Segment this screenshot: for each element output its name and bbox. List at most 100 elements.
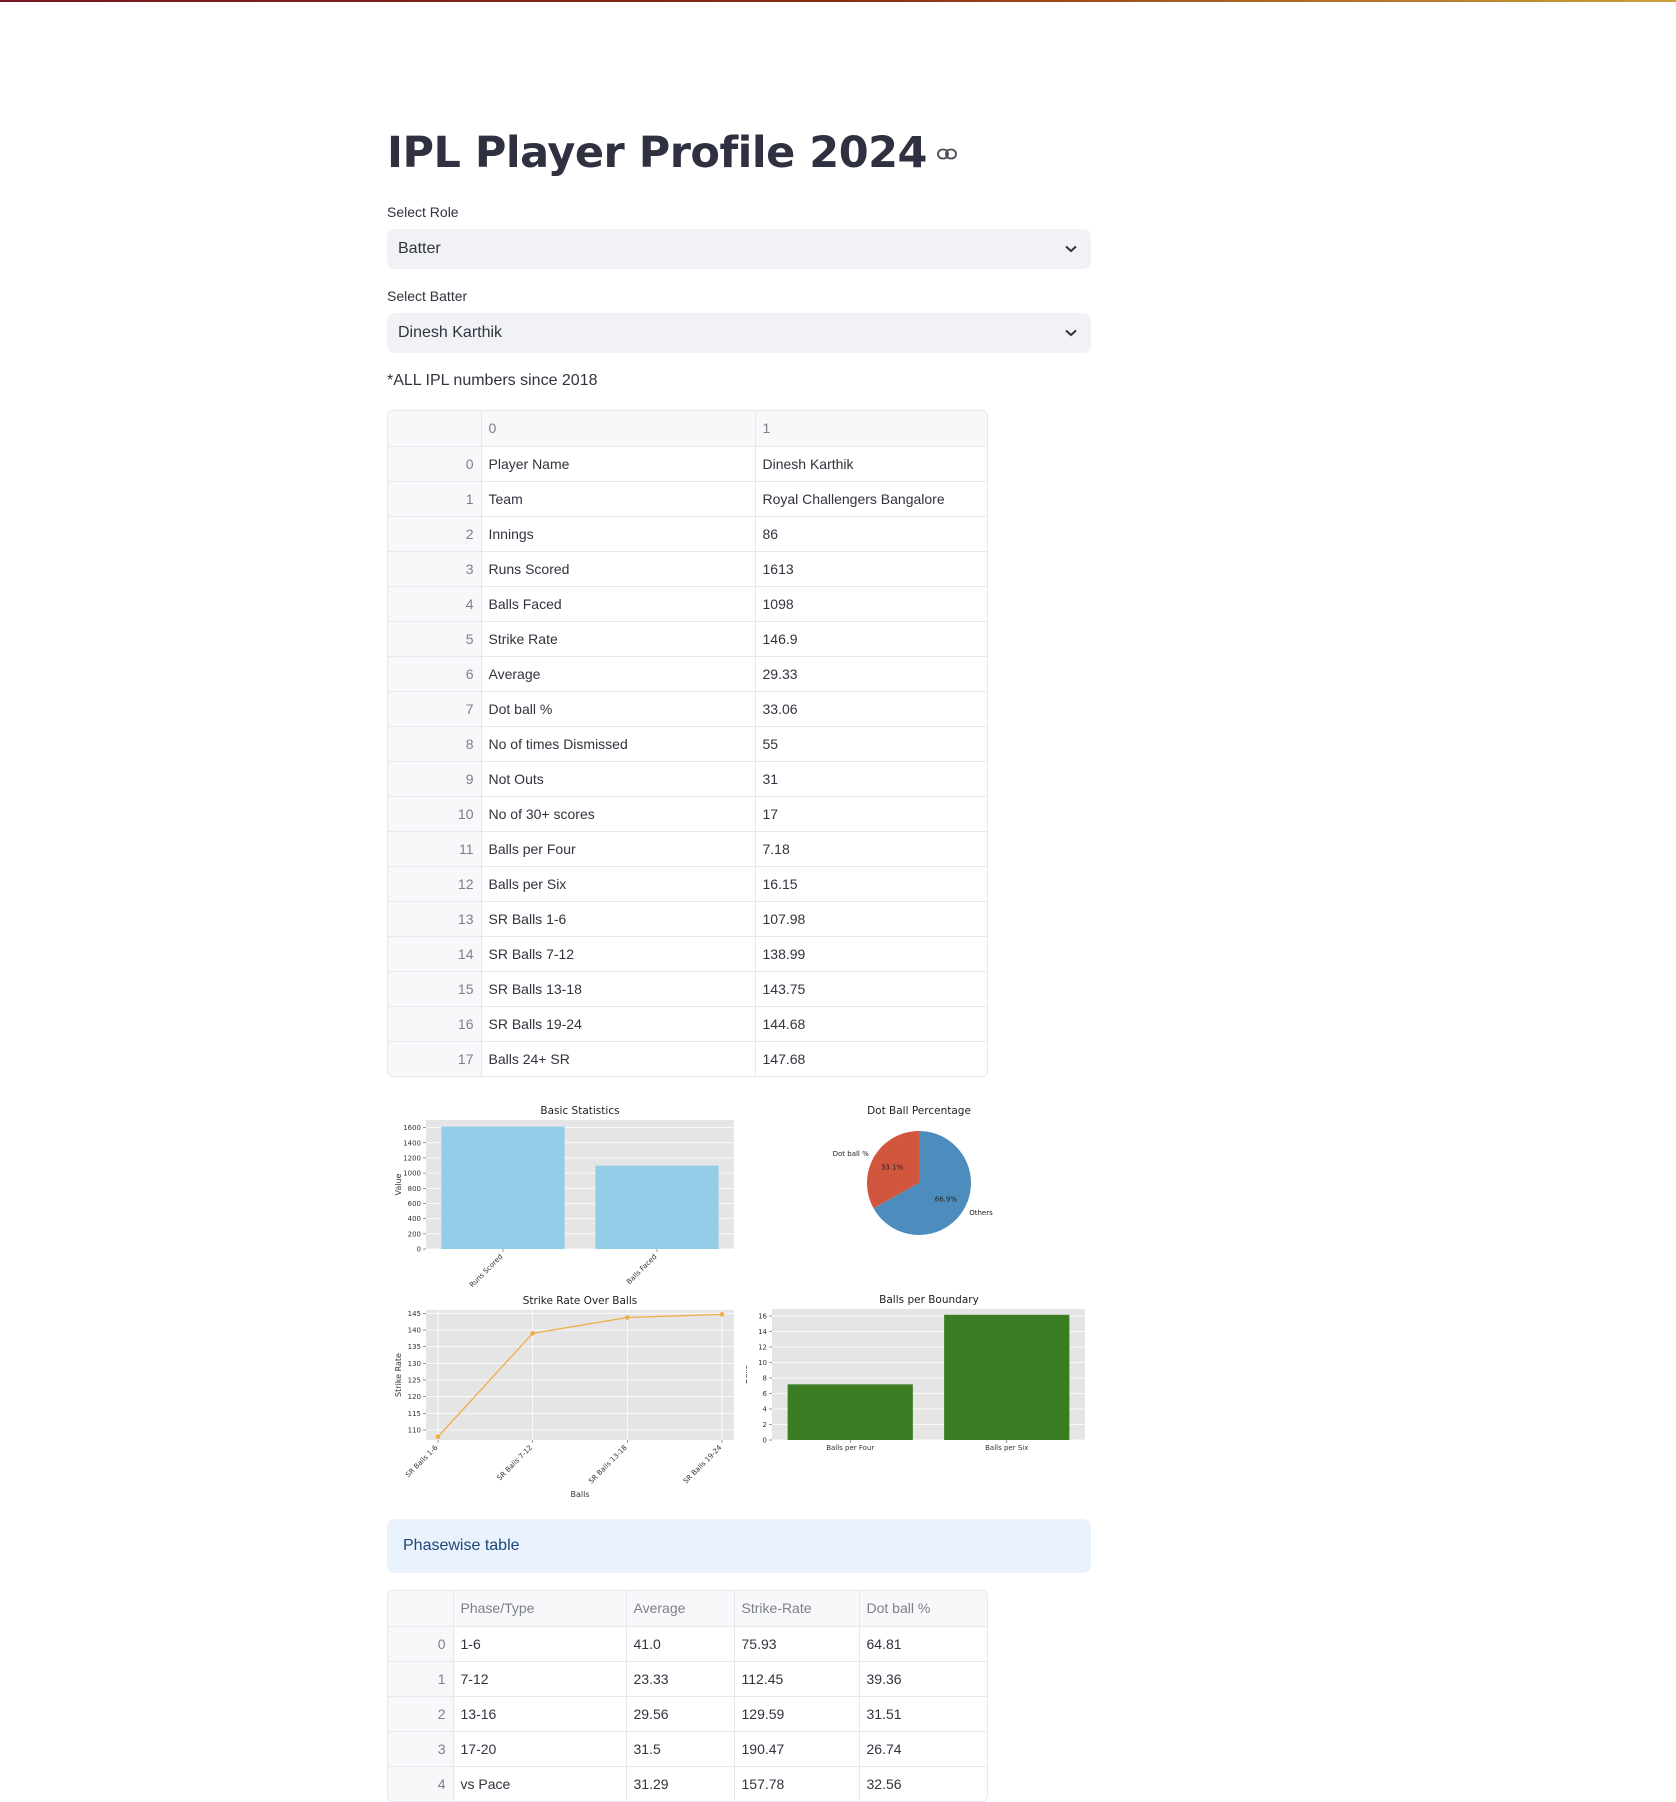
role-select-label: Select Role [387, 204, 459, 220]
batter-select[interactable]: Dinesh Karthik [387, 313, 1091, 353]
table-cell[interactable]: 41.0 [625, 1625, 735, 1662]
column-header[interactable]: Dot ball % [858, 1591, 987, 1627]
table-header-row: 0 1 [388, 411, 987, 447]
table-cell[interactable]: 144.68 [754, 1005, 987, 1042]
row-index: 2 [388, 515, 482, 552]
table-cell[interactable]: Balls Faced [480, 585, 756, 622]
phase-table[interactable]: Phase/Type Average Strike-Rate Dot ball … [387, 1590, 988, 1802]
table-row[interactable]: 15 SR Balls 13-18 143.75 [388, 970, 987, 1007]
table-cell[interactable]: 147.68 [754, 1040, 987, 1076]
table-cell[interactable]: 29.56 [625, 1695, 735, 1732]
table-cell[interactable]: SR Balls 7-12 [480, 935, 756, 972]
table-cell[interactable]: Runs Scored [480, 550, 756, 587]
table-cell[interactable]: 1-6 [452, 1625, 627, 1662]
table-cell[interactable]: Strike Rate [480, 620, 756, 657]
chevron-down-icon [1065, 240, 1077, 258]
role-select[interactable]: Batter [387, 229, 1091, 269]
column-header[interactable]: Phase/Type [452, 1591, 627, 1627]
bar [944, 1314, 1070, 1440]
table-cell[interactable]: 129.59 [733, 1695, 860, 1732]
table-cell[interactable]: Average [480, 655, 756, 692]
table-cell[interactable]: Not Outs [480, 760, 756, 797]
table-cell[interactable]: SR Balls 13-18 [480, 970, 756, 1007]
table-cell[interactable]: 146.9 [754, 620, 987, 657]
table-cell[interactable]: Royal Challengers Bangalore [754, 480, 987, 517]
table-cell[interactable]: 31 [754, 760, 987, 797]
table-cell[interactable]: 86 [754, 515, 987, 552]
table-row[interactable]: 9 Not Outs 31 [388, 760, 987, 797]
table-cell[interactable]: 75.93 [733, 1625, 860, 1662]
row-index: 10 [388, 795, 482, 832]
table-cell[interactable]: 138.99 [754, 935, 987, 972]
table-row[interactable]: 8 No of times Dismissed 55 [388, 725, 987, 762]
table-cell[interactable]: 55 [754, 725, 987, 762]
table-cell[interactable]: Balls per Six [480, 865, 756, 902]
profile-table[interactable]: 0 1 0 Player Name Dinesh Karthik 1 Team Royal… [387, 410, 988, 1077]
table-cell[interactable]: 23.33 [625, 1660, 735, 1697]
table-row[interactable]: 6 Average 29.33 [388, 655, 987, 692]
column-header[interactable]: 1 [754, 411, 987, 447]
table-cell[interactable]: 31.5 [625, 1730, 735, 1767]
table-row[interactable]: 14 SR Balls 7-12 138.99 [388, 935, 987, 972]
column-header[interactable]: Average [625, 1591, 735, 1627]
row-index: 17 [388, 1040, 482, 1076]
table-cell[interactable]: SR Balls 19-24 [480, 1005, 756, 1042]
table-cell[interactable]: Team [480, 480, 756, 517]
column-header[interactable]: Strike-Rate [733, 1591, 860, 1627]
table-row[interactable]: 1 Team Royal Challengers Bangalore [388, 480, 987, 517]
table-row[interactable]: 2 13-16 29.56 129.59 31.51 [388, 1695, 987, 1732]
table-cell[interactable]: 13-16 [452, 1695, 627, 1732]
table-cell[interactable]: 31.51 [858, 1695, 987, 1732]
table-row[interactable]: 0 1-6 41.0 75.93 64.81 [388, 1625, 987, 1662]
table-cell[interactable]: Innings [480, 515, 756, 552]
table-cell[interactable]: 17-20 [452, 1730, 627, 1767]
table-row[interactable]: 7 Dot ball % 33.06 [388, 690, 987, 727]
table-row[interactable]: 16 SR Balls 19-24 144.68 [388, 1005, 987, 1042]
table-row[interactable]: 3 Runs Scored 1613 [388, 550, 987, 587]
column-header[interactable]: 0 [480, 411, 756, 447]
table-cell[interactable]: No of times Dismissed [480, 725, 756, 762]
table-cell[interactable]: 1613 [754, 550, 987, 587]
table-cell[interactable]: Dot ball % [480, 690, 756, 727]
table-cell[interactable]: Balls per Four [480, 830, 756, 867]
table-row[interactable]: 0 Player Name Dinesh Karthik [388, 445, 987, 482]
table-cell[interactable]: Player Name [480, 445, 756, 482]
table-cell[interactable]: 39.36 [858, 1660, 987, 1697]
table-cell[interactable]: 112.45 [733, 1660, 860, 1697]
table-cell[interactable]: 64.81 [858, 1625, 987, 1662]
table-cell[interactable]: 16.15 [754, 865, 987, 902]
column-header [388, 1591, 454, 1627]
table-cell[interactable]: SR Balls 1-6 [480, 900, 756, 937]
table-cell[interactable]: Dinesh Karthik [754, 445, 987, 482]
table-row[interactable]: 17 Balls 24+ SR 147.68 [388, 1040, 987, 1076]
table-cell[interactable]: 33.06 [754, 690, 987, 727]
table-row[interactable]: 12 Balls per Six 16.15 [388, 865, 987, 902]
table-cell[interactable]: 190.47 [733, 1730, 860, 1767]
table-cell[interactable]: 7.18 [754, 830, 987, 867]
table-row[interactable]: 4 Balls Faced 1098 [388, 585, 987, 622]
x-tick-label: SR Balls 1-6 [404, 1443, 440, 1479]
balls-per-boundary-chart: Balls per Boundary 0 2 4 6 8 10 12 14 16 Balls per… [746, 1294, 1085, 1452]
x-tick-label: SR Balls 7-12 [496, 1444, 534, 1482]
table-cell[interactable]: 17 [754, 795, 987, 832]
table-cell[interactable]: 7-12 [452, 1660, 627, 1697]
table-cell[interactable]: 29.33 [754, 655, 987, 692]
table-row[interactable]: 3 17-20 31.5 190.47 26.74 [388, 1730, 987, 1767]
table-row[interactable]: 13 SR Balls 1-6 107.98 [388, 900, 987, 937]
table-cell[interactable]: 26.74 [858, 1730, 987, 1767]
y-tick-label: 120 [408, 1393, 421, 1401]
table-cell[interactable]: 1098 [754, 585, 987, 622]
x-tick-label: Balls per Four [826, 1444, 874, 1452]
table-row[interactable]: 11 Balls per Four 7.18 [388, 830, 987, 867]
table-cell[interactable]: 143.75 [754, 970, 987, 1007]
table-row[interactable]: 10 No of 30+ scores 17 [388, 795, 987, 832]
table-cell[interactable]: 107.98 [754, 900, 987, 937]
table-cell[interactable]: Balls 24+ SR [480, 1040, 756, 1076]
table-cell[interactable]: No of 30+ scores [480, 795, 756, 832]
table-row[interactable]: 5 Strike Rate 146.9 [388, 620, 987, 657]
column-header [388, 411, 482, 447]
link-icon[interactable] [937, 147, 957, 165]
y-tick-label: 145 [408, 1310, 421, 1318]
table-row[interactable]: 2 Innings 86 [388, 515, 987, 552]
table-row[interactable]: 1 7-12 23.33 112.45 39.36 [388, 1660, 987, 1697]
